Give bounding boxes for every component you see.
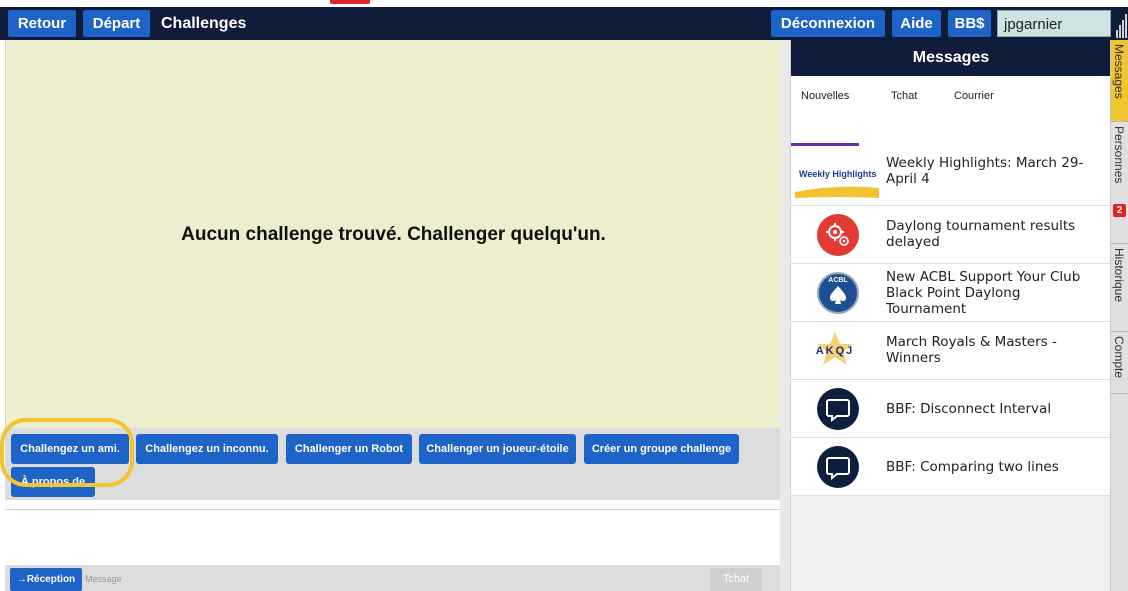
challenge-friend-button[interactable]: Challengez un ami.	[11, 434, 129, 464]
news-list: Weekly Highlights Weekly Highlights: Mar…	[791, 148, 1111, 496]
messages-panel-title: Messages	[791, 40, 1111, 76]
news-item[interactable]: AKQJ March Royals & Masters - Winners	[791, 322, 1111, 380]
news-title: Daylong tournament results delayed	[886, 218, 1076, 250]
about-button[interactable]: À propos de	[11, 467, 95, 497]
app-window: Retour Départ Challenges Déconnexion Aid…	[0, 0, 1128, 591]
logout-button[interactable]: Déconnexion	[771, 10, 885, 37]
back-button[interactable]: Retour	[8, 10, 76, 37]
chat-bar: →Réception Message Tchat	[5, 565, 780, 591]
side-tabs: Messages Personnes 2 Historique Compte	[1110, 40, 1128, 591]
news-item[interactable]: ACBL New ACBL Support Your Club Black Po…	[791, 264, 1111, 322]
create-challenge-group-button[interactable]: Créer un groupe challenge	[584, 434, 739, 464]
challenge-stranger-button[interactable]: Challengez un inconnu.	[136, 434, 278, 464]
help-button[interactable]: Aide	[892, 10, 941, 37]
news-item[interactable]: BBF: Comparing two lines	[791, 438, 1111, 496]
signal-strength-icon	[1116, 14, 1128, 38]
cropped-red-heading	[330, 0, 370, 4]
challenge-robot-button[interactable]: Challenger un Robot	[286, 434, 412, 464]
messages-panel: Messages Nouvelles Tchat Courrier Weekly…	[790, 40, 1111, 591]
panel-divider	[780, 40, 790, 591]
top-strip	[0, 0, 1128, 7]
akqj-logo: AKQJ	[807, 330, 863, 372]
news-item[interactable]: Daylong tournament results delayed	[791, 206, 1111, 264]
news-title: New ACBL Support Your Club Black Point D…	[886, 269, 1081, 317]
notification-badge: 2	[1113, 204, 1126, 217]
toolbar: Retour Départ Challenges Déconnexion Aid…	[0, 7, 1128, 40]
side-tab-messages[interactable]: Messages	[1111, 40, 1128, 122]
chat-bubble-icon	[817, 446, 859, 488]
news-title: BBF: Disconnect Interval	[886, 401, 1052, 417]
news-title: Weekly Highlights: March 29-April 4	[886, 155, 1084, 187]
weekly-highlights-logo: Weekly Highlights	[793, 154, 881, 200]
messages-tabs: Nouvelles Tchat Courrier	[791, 76, 1111, 148]
acbl-logo: ACBL	[817, 272, 859, 314]
empty-state-message: Aucun challenge trouvé. Challenger quelq…	[181, 224, 606, 245]
tab-courrier[interactable]: Courrier	[954, 90, 994, 102]
news-title: March Royals & Masters - Winners	[886, 334, 1057, 366]
bbdollars-button[interactable]: BB$	[948, 10, 991, 37]
news-title: BBF: Comparing two lines	[886, 459, 1059, 475]
active-tab-indicator	[791, 143, 859, 146]
news-item[interactable]: Weekly Highlights Weekly Highlights: Mar…	[791, 148, 1111, 206]
challenge-button-bar: Challengez un ami. Challengez un inconnu…	[5, 428, 780, 500]
username-field[interactable]: jpgarnier	[997, 10, 1111, 37]
chat-bubble-icon	[817, 388, 859, 430]
chat-output	[5, 509, 780, 565]
message-input[interactable]: Message	[85, 571, 685, 588]
send-chat-button[interactable]: Tchat	[710, 568, 762, 591]
challenge-star-player-button[interactable]: Challenger un joueur-étoile	[419, 434, 576, 464]
home-button[interactable]: Départ	[83, 10, 150, 37]
side-tab-compte[interactable]: Compte	[1111, 332, 1128, 394]
side-tab-personnes[interactable]: Personnes 2	[1111, 122, 1128, 244]
page-title: Challenges	[161, 15, 247, 32]
tab-tchat[interactable]: Tchat	[891, 90, 917, 102]
challenge-list: Aucun challenge trouvé. Challenger quelq…	[5, 40, 780, 428]
tab-nouvelles[interactable]: Nouvelles	[801, 90, 849, 102]
gears-icon	[817, 214, 859, 256]
side-tab-historique[interactable]: Historique	[1111, 244, 1128, 332]
news-item[interactable]: BBF: Disconnect Interval	[791, 380, 1111, 438]
reception-button[interactable]: →Réception	[10, 568, 82, 591]
